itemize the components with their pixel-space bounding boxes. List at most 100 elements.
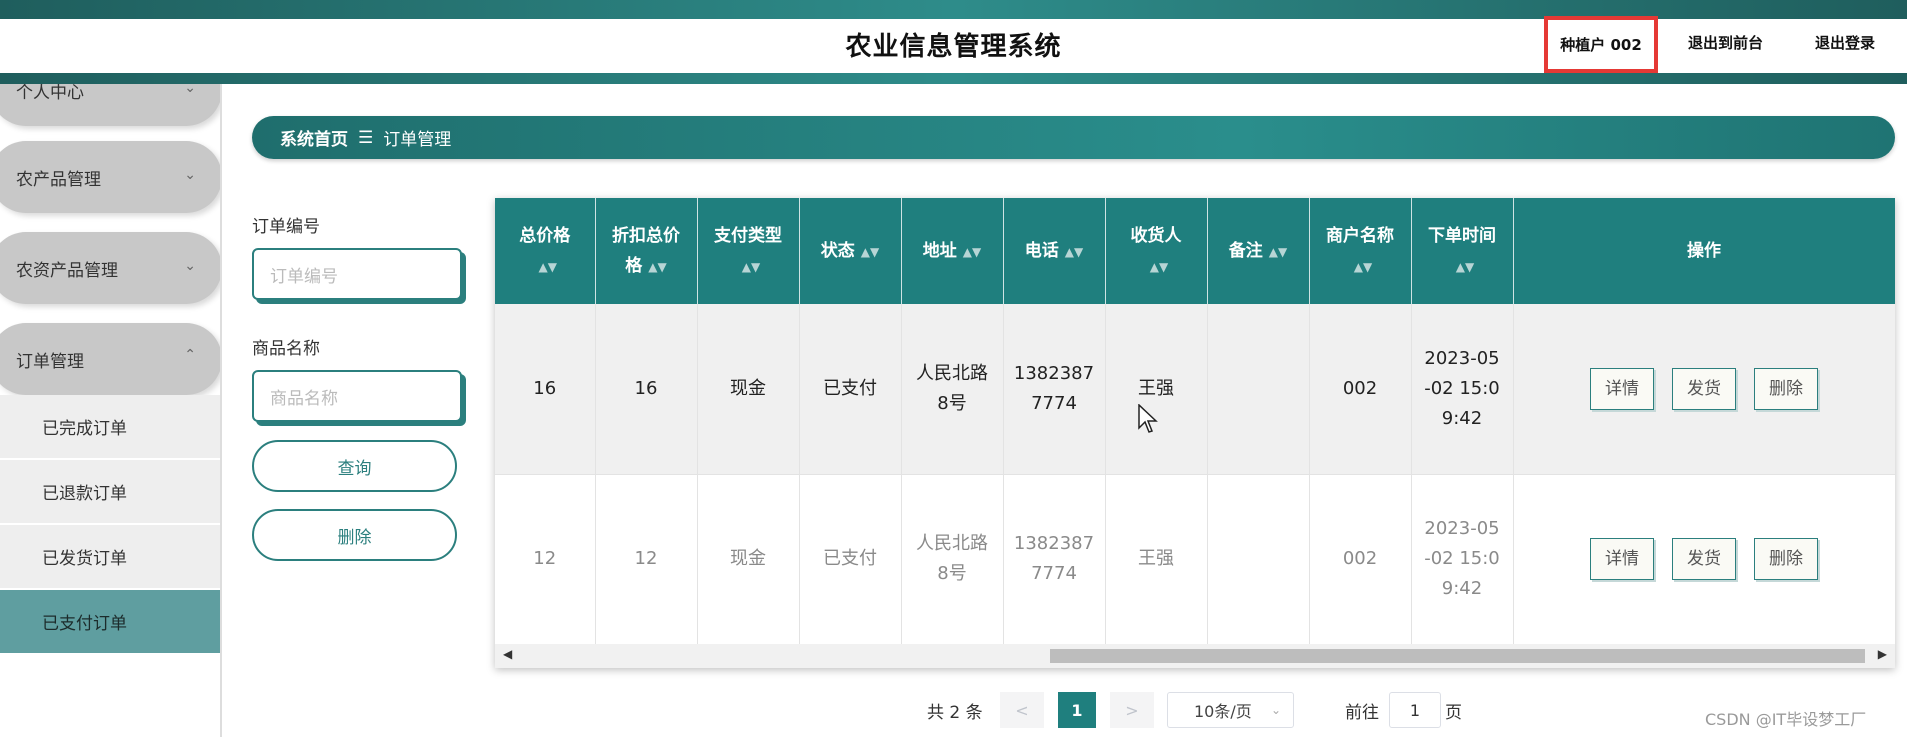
sort-icon[interactable]: ▲▼	[539, 260, 557, 274]
chevron-down-icon: ⌄	[184, 258, 196, 274]
detail-button[interactable]: 详情	[1590, 538, 1654, 580]
col-header-pay-type[interactable]: 支付类型 ▲▼	[697, 198, 800, 304]
cell-note	[1207, 304, 1310, 475]
cell-order-time: 2023-05 -02 15:0 9:42	[1411, 304, 1514, 475]
product-name-label: 商品名称	[252, 339, 320, 359]
logout-link[interactable]: 退出登录	[1815, 32, 1875, 53]
ship-button[interactable]: 发货	[1672, 538, 1736, 580]
col-header-merchant[interactable]: 商户名称 ▲▼	[1309, 198, 1412, 304]
col-header-phone[interactable]: 电话 ▲▼	[1003, 198, 1106, 304]
col-header-actions: 操作	[1513, 198, 1895, 304]
breadcrumb-separator: ☰	[358, 127, 374, 148]
cell-status: 已支付	[799, 304, 902, 475]
col-header-order-time[interactable]: 下单时间 ▲▼	[1411, 198, 1514, 304]
cell-pay-type: 现金	[697, 474, 800, 645]
sort-icon[interactable]: ▲▼	[1456, 260, 1474, 274]
query-button[interactable]: 查询	[252, 440, 457, 492]
col-header-total[interactable]: 总价格 ▲▼	[495, 198, 596, 304]
cell-discount-total: 16	[595, 304, 698, 475]
scroll-left-icon[interactable]: ◀	[503, 647, 512, 661]
sidebar-subitem-shipped[interactable]: 已发货订单	[0, 525, 220, 589]
cell-note	[1207, 474, 1310, 645]
sidebar-item-label: 订单管理	[16, 351, 84, 372]
sidebar-item-orders[interactable]: 订单管理 ⌃	[0, 323, 220, 395]
pagination-total: 共 2 条	[927, 702, 983, 723]
product-name-input[interactable]: 商品名称	[252, 370, 462, 422]
sort-icon[interactable]: ▲▼	[1150, 260, 1168, 274]
orders-table: 总价格 ▲▼ 折扣总价格 ▲▼ 支付类型 ▲▼ 状态 ▲▼ 地址 ▲▼ 电话 ▲▼ 收货人 ▲…	[495, 198, 1895, 668]
table-header-row: 总价格 ▲▼ 折扣总价格 ▲▼ 支付类型 ▲▼ 状态 ▲▼ 地址 ▲▼ 电话 ▲▼ 收货人 ▲…	[495, 198, 1895, 304]
scrollbar-thumb[interactable]	[1050, 649, 1865, 663]
cell-phone: 1382387 7774	[1003, 304, 1106, 475]
cell-merchant: 002	[1309, 304, 1412, 475]
cell-address: 人民北路 8号	[901, 474, 1004, 645]
sidebar-subitem-paid[interactable]: 已支付订单	[0, 590, 220, 654]
breadcrumb-current: 订单管理	[383, 130, 452, 150]
col-header-receiver[interactable]: 收货人 ▲▼	[1105, 198, 1208, 304]
sort-icon[interactable]: ▲▼	[648, 260, 666, 274]
cell-merchant: 002	[1309, 474, 1412, 645]
row-delete-button[interactable]: 删除	[1754, 367, 1818, 410]
chevron-down-icon: ⌄	[184, 167, 196, 183]
breadcrumb-home[interactable]: 系统首页	[280, 125, 348, 150]
header-bottom-bar	[0, 73, 1907, 84]
col-header-note[interactable]: 备注 ▲▼	[1207, 198, 1310, 304]
cell-pay-type: 现金	[697, 304, 800, 475]
cell-total: 16	[495, 304, 596, 475]
cell-discount-total: 12	[595, 474, 698, 645]
sidebar-item-supplies[interactable]: 农资产品管理 ⌄	[0, 232, 220, 304]
sidebar-item-products[interactable]: 农产品管理 ⌄	[0, 141, 220, 213]
ship-button[interactable]: 发货	[1672, 367, 1736, 410]
cell-status: 已支付	[799, 474, 902, 645]
prev-page-button[interactable]: <	[1000, 692, 1044, 728]
watermark: CSDN @IT毕设梦工厂	[1705, 710, 1867, 729]
page-size-value: 10条/页	[1194, 702, 1252, 721]
horizontal-scrollbar[interactable]: ◀ ▶	[495, 644, 1895, 668]
header: 农业信息管理系统 种植户 002 退出到前台 退出登录	[0, 0, 1907, 84]
sort-icon[interactable]: ▲▼	[861, 245, 879, 259]
goto-page-input[interactable]: 1	[1389, 692, 1441, 728]
sidebar-item-label: 农产品管理	[16, 169, 101, 190]
page-unit-label: 页	[1445, 702, 1462, 723]
sort-icon[interactable]: ▲▼	[1065, 245, 1083, 259]
sidebar-subitem-refunded[interactable]: 已退款订单	[0, 460, 220, 524]
cell-order-time: 2023-05 -02 15:0 9:42	[1411, 474, 1514, 645]
scroll-right-icon[interactable]: ▶	[1878, 647, 1887, 661]
order-no-input[interactable]: 订单编号	[252, 248, 462, 300]
detail-button[interactable]: 详情	[1590, 367, 1654, 410]
col-header-discount-total[interactable]: 折扣总价格 ▲▼	[595, 198, 698, 304]
sidebar: 个人中心 ⌄ 农产品管理 ⌄ 农资产品管理 ⌄ 订单管理 ⌃ 已完成订单 已退款…	[0, 84, 222, 737]
cell-address: 人民北路 8号	[901, 304, 1004, 475]
col-header-status[interactable]: 状态 ▲▼	[799, 198, 902, 304]
sort-icon[interactable]: ▲▼	[1269, 245, 1287, 259]
cell-total: 12	[495, 474, 596, 645]
chevron-down-icon: ⌄	[184, 84, 196, 96]
sidebar-item-label: 个人中心	[16, 84, 84, 103]
breadcrumb: 系统首页 ☰ 订单管理	[252, 116, 1895, 159]
goto-label: 前往	[1345, 702, 1379, 723]
col-header-address[interactable]: 地址 ▲▼	[901, 198, 1004, 304]
mouse-cursor-icon	[1138, 404, 1158, 433]
cell-actions: 详情 发货 删除	[1513, 304, 1895, 475]
back-to-front-link[interactable]: 退出到前台	[1688, 32, 1763, 53]
order-no-label: 订单编号	[252, 217, 320, 237]
sidebar-item-label: 农资产品管理	[16, 260, 118, 281]
next-page-button[interactable]: >	[1110, 692, 1154, 728]
cell-phone: 1382387 7774	[1003, 474, 1106, 645]
cell-receiver: 王强	[1105, 304, 1208, 475]
sort-icon[interactable]: ▲▼	[1354, 260, 1372, 274]
chevron-down-icon: ⌄	[1270, 703, 1281, 717]
delete-button[interactable]: 删除	[252, 509, 457, 561]
sort-icon[interactable]: ▲▼	[742, 260, 760, 274]
table-row: 12 12 现金 已支付 人民北路 8号 1382387 7774 王强 002 2…	[495, 474, 1895, 645]
sidebar-item-personal-center[interactable]: 个人中心 ⌄	[0, 84, 220, 126]
chevron-up-icon: ⌃	[184, 347, 196, 363]
page-size-select[interactable]: 10条/页 ⌄	[1167, 692, 1294, 728]
sort-icon[interactable]: ▲▼	[963, 245, 981, 259]
cell-receiver: 王强	[1105, 474, 1208, 645]
user-label[interactable]: 种植户 002	[1544, 16, 1658, 73]
sidebar-subitem-completed[interactable]: 已完成订单	[0, 395, 220, 459]
row-delete-button[interactable]: 删除	[1754, 538, 1818, 580]
current-page-button[interactable]: 1	[1058, 692, 1096, 728]
cell-actions: 详情 发货 删除	[1513, 474, 1895, 645]
